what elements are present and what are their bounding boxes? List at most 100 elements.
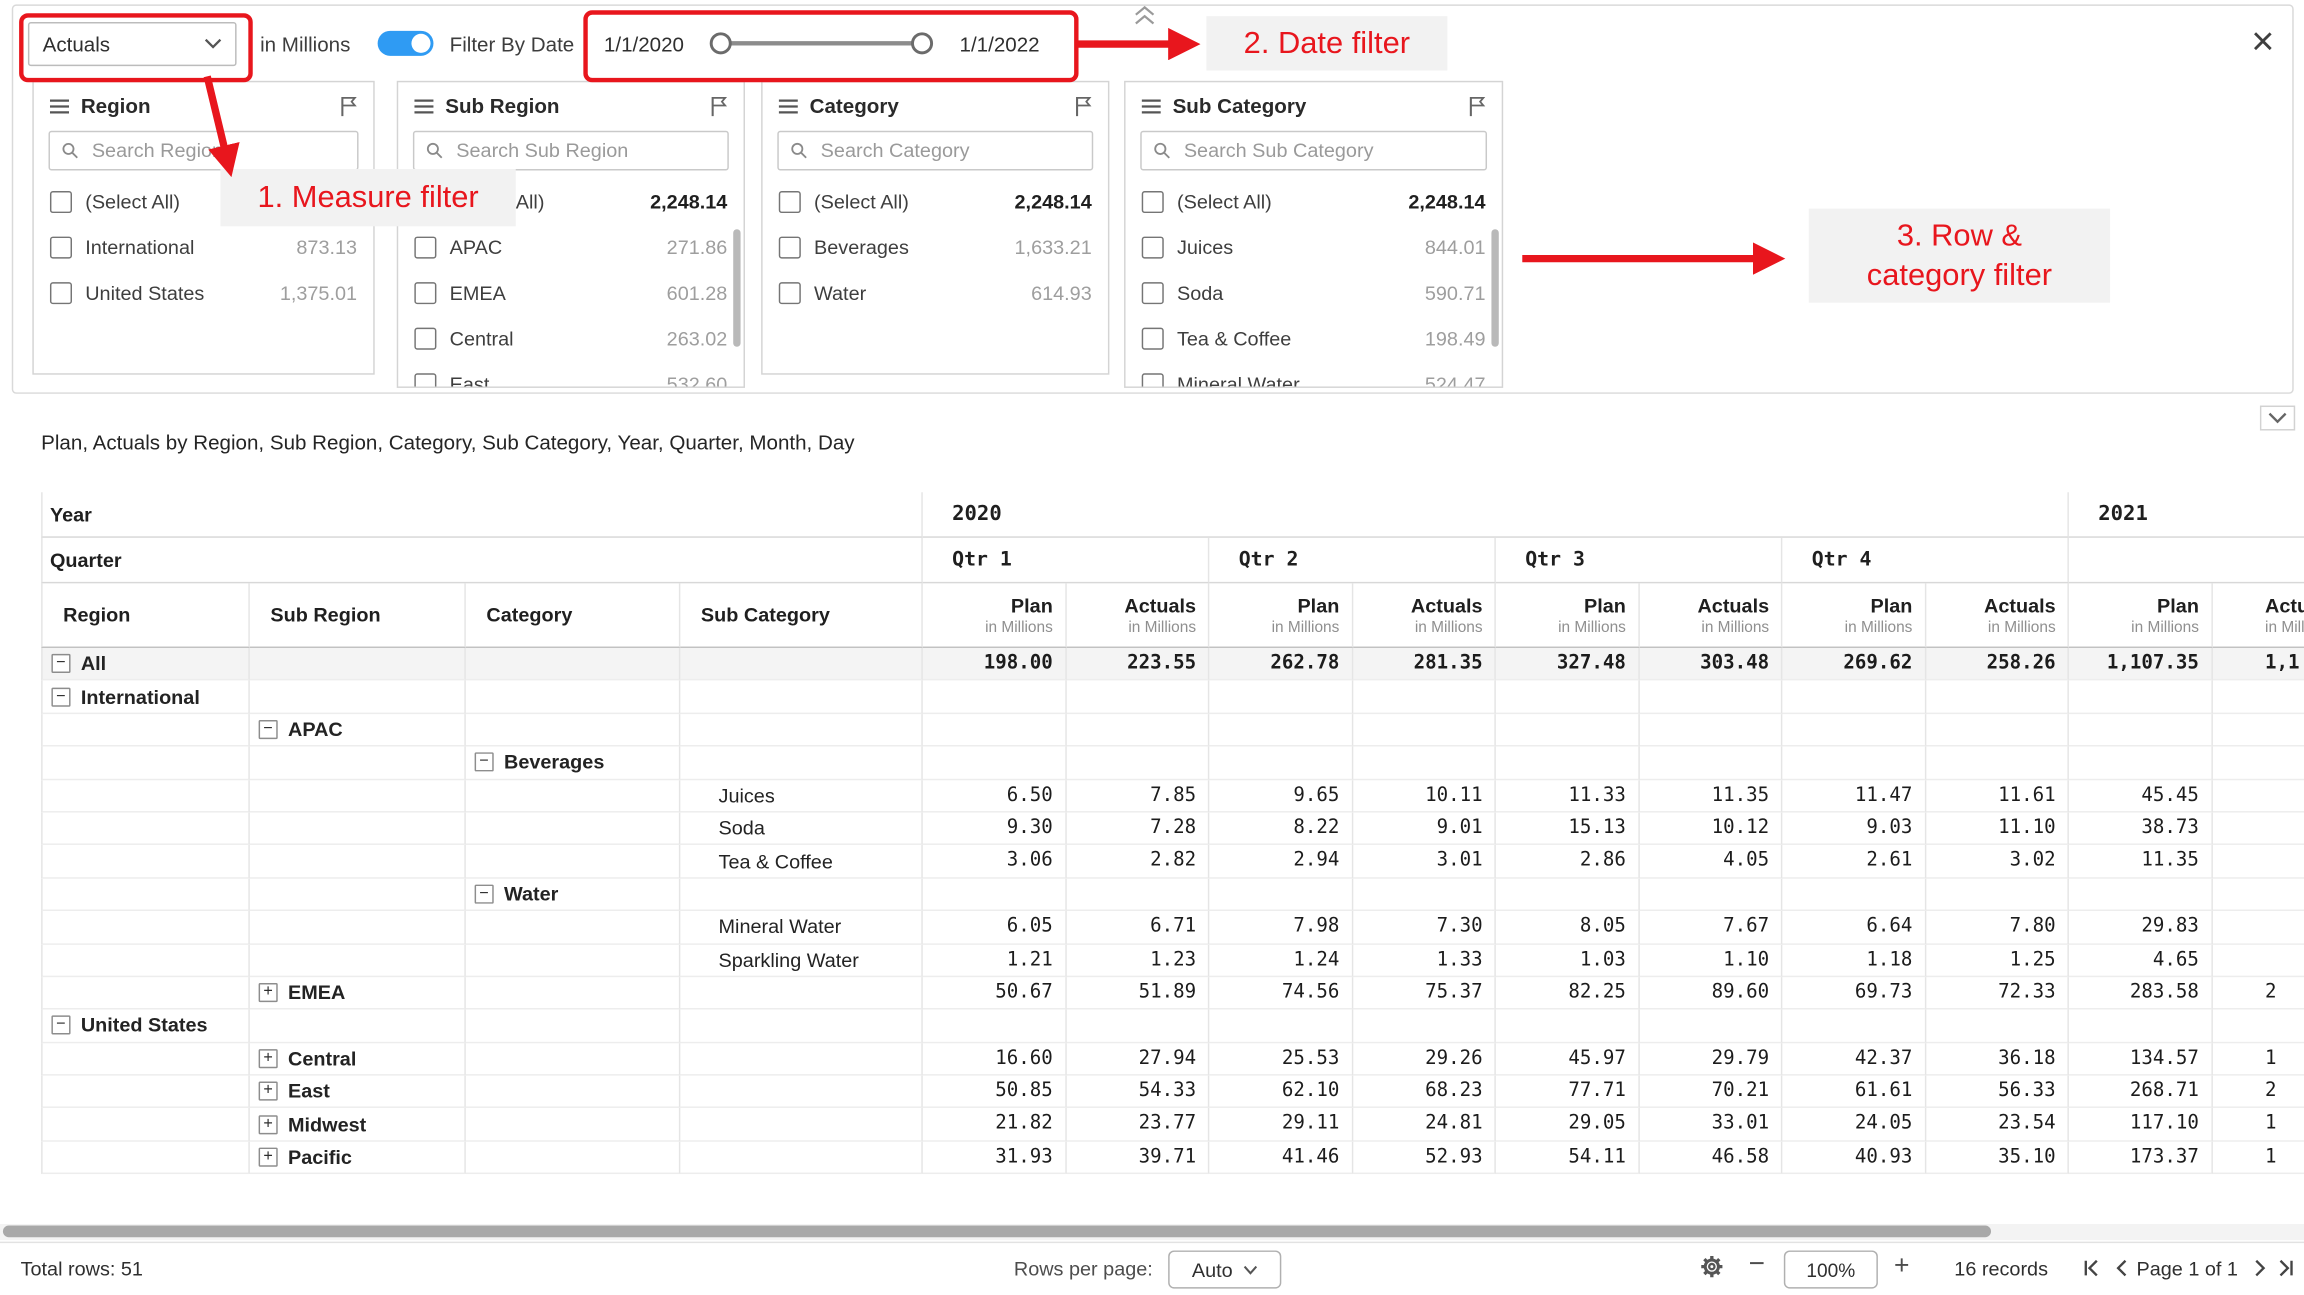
row-label: APAC bbox=[288, 718, 343, 740]
expand-toggle[interactable]: − bbox=[51, 687, 70, 706]
value-cell bbox=[1782, 878, 1925, 911]
collapse-filters-icon[interactable] bbox=[1133, 6, 1157, 27]
checkbox[interactable] bbox=[1142, 373, 1164, 388]
rows-per-page-select[interactable]: Auto bbox=[1168, 1250, 1281, 1288]
value-cell bbox=[1639, 1010, 1782, 1043]
value-cell: 134.57 bbox=[2069, 1043, 2212, 1076]
value-cell: 2.82 bbox=[1066, 845, 1209, 878]
expand-toggle[interactable]: + bbox=[259, 1115, 278, 1134]
search-input[interactable] bbox=[89, 138, 345, 163]
search-input[interactable] bbox=[818, 138, 1080, 163]
menu-icon[interactable] bbox=[779, 98, 798, 114]
date-slider-track[interactable] bbox=[719, 41, 931, 45]
menu-icon[interactable] bbox=[414, 98, 433, 114]
checkbox[interactable] bbox=[1142, 282, 1164, 304]
quarter-header: Qtr 2 bbox=[1209, 538, 1496, 584]
date-slider-handle-start[interactable] bbox=[710, 32, 732, 54]
filter-card-sub-category: Sub Category (Select All)2,248.14Juices8… bbox=[1124, 81, 1503, 388]
expand-toggle[interactable]: − bbox=[51, 654, 70, 673]
checkbox[interactable] bbox=[779, 282, 801, 304]
value-cell bbox=[1926, 747, 2069, 780]
value-cell bbox=[2212, 681, 2304, 714]
zoom-in-button[interactable]: + bbox=[1894, 1250, 1909, 1281]
filter-item[interactable]: East532.60 bbox=[398, 361, 743, 387]
date-slider-handle-end[interactable] bbox=[911, 32, 933, 54]
checkbox[interactable] bbox=[1142, 328, 1164, 350]
filter-item[interactable]: Juices844.01 bbox=[1126, 225, 1502, 271]
flag-icon[interactable] bbox=[339, 95, 357, 117]
value-cell bbox=[1353, 747, 1496, 780]
checkbox[interactable] bbox=[414, 373, 436, 388]
search-box[interactable] bbox=[413, 131, 729, 171]
checkbox[interactable] bbox=[1142, 237, 1164, 259]
expand-toggle[interactable]: + bbox=[259, 1049, 278, 1068]
last-page-icon[interactable] bbox=[2276, 1258, 2297, 1279]
flag-icon[interactable] bbox=[710, 95, 728, 117]
expand-toggle[interactable]: − bbox=[475, 753, 494, 772]
expand-toggle[interactable]: + bbox=[259, 1148, 278, 1167]
checkbox[interactable] bbox=[50, 237, 72, 259]
horizontal-scrollbar-thumb[interactable] bbox=[3, 1225, 1991, 1237]
horizontal-scrollbar[interactable] bbox=[0, 1224, 2304, 1240]
menu-icon[interactable] bbox=[50, 98, 69, 114]
filter-item[interactable]: (Select All)2,248.14 bbox=[1126, 179, 1502, 225]
menu-icon[interactable] bbox=[1142, 98, 1161, 114]
value-cell: 27.94 bbox=[1066, 1043, 1209, 1076]
card-scrollbar[interactable] bbox=[1491, 229, 1498, 347]
previous-page-icon[interactable] bbox=[2112, 1258, 2133, 1279]
checkbox[interactable] bbox=[414, 328, 436, 350]
first-page-icon[interactable] bbox=[2081, 1258, 2102, 1279]
date-start-value[interactable]: 1/1/2020 bbox=[604, 32, 684, 56]
expand-toggle[interactable]: − bbox=[259, 720, 278, 739]
date-end-value[interactable]: 1/1/2022 bbox=[960, 32, 1040, 56]
checkbox[interactable] bbox=[414, 282, 436, 304]
value-cell: 7.28 bbox=[1066, 813, 1209, 846]
checkbox[interactable] bbox=[779, 191, 801, 213]
value-cell bbox=[1639, 878, 1782, 911]
expand-toggle[interactable]: + bbox=[259, 1082, 278, 1101]
checkbox[interactable] bbox=[50, 191, 72, 213]
filter-item[interactable]: Water614.93 bbox=[763, 270, 1108, 316]
expand-toggle[interactable]: − bbox=[51, 1016, 70, 1035]
card-scrollbar[interactable] bbox=[733, 229, 740, 347]
checkbox[interactable] bbox=[50, 282, 72, 304]
measure-dropdown[interactable]: Actuals bbox=[28, 22, 237, 66]
filter-item[interactable]: Central263.02 bbox=[398, 316, 743, 362]
filter-item[interactable]: (Select All)2,248.14 bbox=[763, 179, 1108, 225]
filter-item[interactable]: Soda590.71 bbox=[1126, 270, 1502, 316]
value-cell bbox=[2212, 747, 2304, 780]
value-cell: 29.11 bbox=[1209, 1109, 1352, 1142]
checkbox[interactable] bbox=[1142, 191, 1164, 213]
search-input[interactable] bbox=[1181, 138, 1474, 163]
flag-icon[interactable] bbox=[1468, 95, 1486, 117]
close-button[interactable]: × bbox=[2239, 18, 2286, 65]
filter-item-label: International bbox=[85, 237, 194, 259]
filter-by-date-toggle[interactable] bbox=[378, 31, 434, 56]
checkbox[interactable] bbox=[779, 237, 801, 259]
expand-toggle[interactable]: − bbox=[475, 884, 494, 903]
quarter-header-row: Quarter Qtr 1 Qtr 2 Qtr 3 Qtr 4 bbox=[41, 538, 2304, 584]
search-box[interactable] bbox=[1140, 131, 1487, 171]
value-cell bbox=[1496, 1010, 1639, 1043]
filter-item[interactable]: United States1,375.01 bbox=[34, 270, 373, 316]
filter-item[interactable]: EMEA601.28 bbox=[398, 270, 743, 316]
filter-item[interactable]: Beverages1,633.21 bbox=[763, 225, 1108, 271]
filter-item-label: Juices bbox=[1177, 237, 1233, 259]
search-input[interactable] bbox=[453, 138, 715, 163]
value-cell: 1.24 bbox=[1209, 944, 1352, 977]
expand-toggle[interactable]: + bbox=[259, 983, 278, 1002]
expand-table-chevron[interactable] bbox=[2260, 406, 2295, 431]
zoom-out-button[interactable]: − bbox=[1749, 1249, 1765, 1281]
zoom-level[interactable]: 100% bbox=[1784, 1250, 1878, 1288]
search-box[interactable] bbox=[48, 131, 358, 171]
filter-item[interactable]: Mineral Water524.47 bbox=[1126, 361, 1502, 387]
filter-item[interactable]: Tea & Coffee198.49 bbox=[1126, 316, 1502, 362]
gear-icon[interactable] bbox=[1699, 1253, 1725, 1279]
search-box[interactable] bbox=[777, 131, 1093, 171]
next-page-icon[interactable] bbox=[2250, 1258, 2271, 1279]
checkbox[interactable] bbox=[414, 237, 436, 259]
filter-item[interactable]: International873.13 bbox=[34, 225, 373, 271]
table-row: −APAC bbox=[41, 714, 2304, 747]
flag-icon[interactable] bbox=[1074, 95, 1092, 117]
filter-item[interactable]: APAC271.86 bbox=[398, 225, 743, 271]
